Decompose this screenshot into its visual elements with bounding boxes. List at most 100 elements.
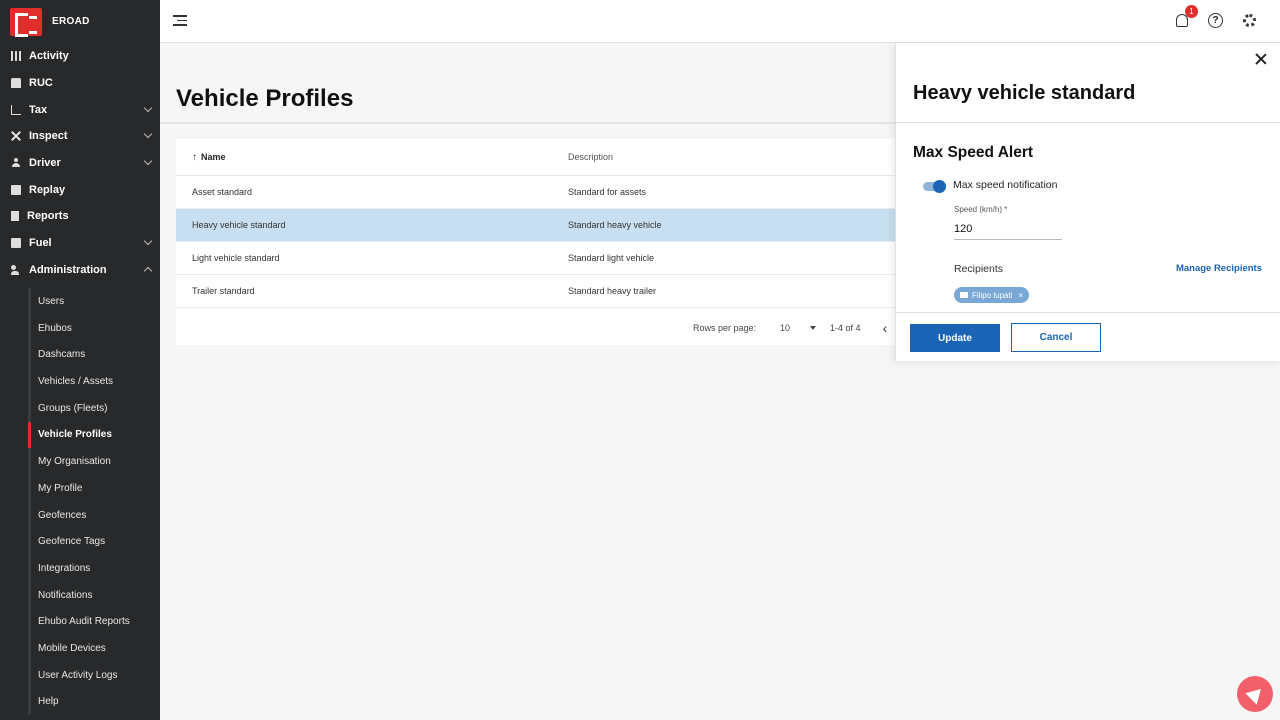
sidebar-item-replay[interactable]: Replay [0,176,160,203]
table-row-selected[interactable]: Heavy vehicle standard Standard heavy ve… [176,209,900,242]
rows-per-page-select[interactable]: 10 [780,323,817,333]
gear-icon [1243,14,1256,27]
top-bar-actions: 1 ? [1172,5,1260,31]
mail-icon [960,292,968,298]
cell-name: Trailer standard [192,286,255,296]
divider [896,312,1280,313]
speed-field-label: Speed (km/h) * [954,205,1008,214]
truck-icon [11,78,21,89]
close-icon[interactable] [1254,52,1268,66]
sidebar-subitem-my-profile[interactable]: My Profile [0,475,160,502]
sidebar-item-inspect[interactable]: Inspect [0,123,160,150]
sidebar-item-reports[interactable]: Reports [0,203,160,230]
recipients-label: Recipients [954,263,1004,275]
cell-name: Heavy vehicle standard [192,220,286,230]
sidebar-subitem-ehubo-audit-reports[interactable]: Ehubo Audit Reports [0,608,160,635]
sidebar-subitem-dashcams[interactable]: Dashcams [0,341,160,369]
fuel-icon [11,238,21,249]
sidebar: EROAD Activity RUC Tax Inspect Driver Re… [0,0,160,720]
administration-subnav: Users Ehubos Dashcams Vehicles / Assets … [0,288,160,715]
previous-page-button[interactable]: ‹ [883,320,888,336]
cell-description: Standard for assets [568,187,647,197]
cell-description: Standard heavy vehicle [568,220,662,230]
tools-icon [11,131,21,141]
sidebar-subitem-notifications[interactable]: Notifications [0,581,160,609]
divider [160,122,900,124]
sidebar-subitem-my-organisation[interactable]: My Organisation [0,448,160,475]
map-icon [11,51,21,62]
sidebar-subitem-help[interactable]: Help [0,688,160,716]
sidebar-subitem-integrations[interactable]: Integrations [0,555,160,582]
remove-recipient-icon[interactable]: × [1018,291,1023,300]
column-header-label: Name [201,152,226,162]
speed-input[interactable] [954,218,1062,240]
sidebar-item-label: Replay [29,183,66,196]
camera-icon [11,184,21,195]
sidebar-item-label: RUC [29,77,53,90]
table-header: ↑ Name Description [176,139,900,176]
person-icon [11,158,21,168]
sidebar-item-label: Inspect [29,130,68,143]
divider [896,122,1280,123]
top-bar: 1 ? [160,0,1280,43]
admin-icon [11,264,21,275]
page-title: Vehicle Profiles [176,85,354,112]
settings-button[interactable] [1240,11,1260,31]
vehicle-profiles-table: ↑ Name Description Asset standard Standa… [176,139,900,345]
chevron-down-icon [143,236,153,246]
cancel-button[interactable]: Cancel [1011,323,1101,352]
feedback-fab-button[interactable] [1237,676,1273,712]
sidebar-item-label: Reports [27,210,69,223]
sidebar-item-activity[interactable]: Activity [0,43,160,70]
pagination-range: 1-4 of 4 [830,323,861,333]
sidebar-subitem-geofence-tags[interactable]: Geofence Tags [0,528,160,555]
profile-detail-drawer: Heavy vehicle standard Max Speed Alert M… [895,43,1280,361]
cell-description: Standard light vehicle [568,253,655,263]
brand[interactable]: EROAD [0,0,160,43]
sidebar-item-ruc[interactable]: RUC [0,70,160,97]
sidebar-subitem-vehicle-profiles[interactable]: Vehicle Profiles [0,421,160,449]
table-row[interactable]: Trailer standard Standard heavy trailer [176,275,900,308]
update-button[interactable]: Update [910,324,1000,352]
sidebar-subitem-users[interactable]: Users [0,288,160,315]
help-button[interactable]: ? [1206,11,1226,31]
max-speed-toggle[interactable] [923,180,947,193]
sidebar-subitem-geofences[interactable]: Geofences [0,501,160,529]
manage-recipients-link[interactable]: Manage Recipients [1176,263,1262,274]
sidebar-item-label: Administration [29,263,107,276]
table-row[interactable]: Asset standard Standard for assets [176,176,900,209]
recipient-chip[interactable]: Filipo lupati × [954,287,1030,303]
chevron-down-icon [143,103,153,112]
sidebar-subitem-vehicles-assets[interactable]: Vehicles / Assets [0,368,160,395]
sidebar-item-fuel[interactable]: Fuel [0,230,160,257]
sidebar-subitem-ehubos[interactable]: Ehubos [0,314,160,342]
chevron-down-icon [143,156,153,166]
chevron-down-icon [143,130,153,139]
chevron-up-icon [143,267,153,276]
sidebar-subitem-mobile-devices[interactable]: Mobile Devices [0,635,160,662]
column-header-description[interactable]: Description [568,152,900,162]
drawer-title: Heavy vehicle standard [913,82,1136,104]
sidebar-item-administration[interactable]: Administration [0,257,160,284]
chart-icon [11,104,21,115]
notification-badge: 1 [1185,5,1198,18]
rows-per-page-value: 10 [780,323,791,333]
recipient-name: Filipo lupati [972,290,1013,300]
menu-toggle-icon[interactable] [173,15,187,27]
sidebar-item-tax[interactable]: Tax [0,96,160,123]
sidebar-subitem-groups-fleets[interactable]: Groups (Fleets) [0,394,160,422]
eroad-logo [10,7,42,37]
table-row[interactable]: Light vehicle standard Standard light ve… [176,242,900,275]
sidebar-item-label: Fuel [29,237,52,250]
caret-down-icon [810,326,817,330]
sidebar-subitem-user-activity-logs[interactable]: User Activity Logs [0,661,160,689]
sidebar-item-driver[interactable]: Driver [0,150,160,177]
sidebar-item-label: Driver [29,157,61,170]
brand-name: EROAD [52,16,90,27]
sidebar-item-label: Activity [29,50,69,63]
toggle-knob [933,180,946,193]
column-header-name[interactable]: ↑ Name [176,152,568,163]
cell-name: Asset standard [192,187,253,197]
notifications-button[interactable]: 1 [1172,5,1198,31]
help-icon: ? [1208,13,1223,28]
